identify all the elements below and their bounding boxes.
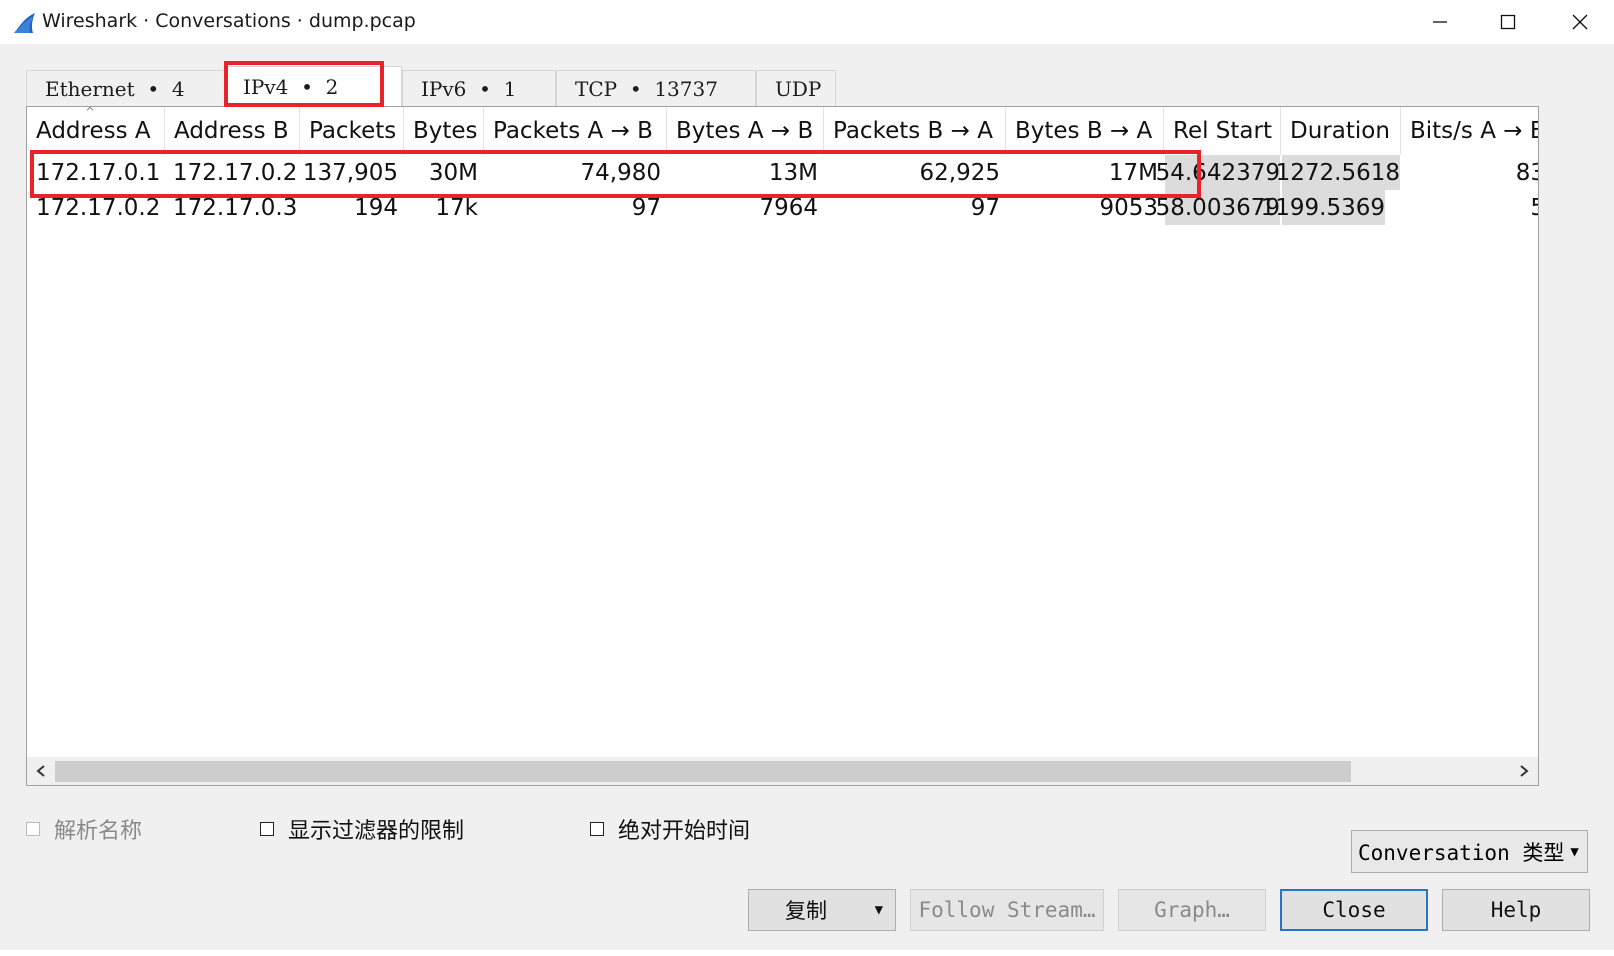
checkbox-icon	[260, 822, 274, 836]
cell-address-b: 172.17.0.3	[173, 194, 298, 221]
tab-ethernet[interactable]: Ethernet • 4	[26, 70, 226, 106]
cell-packets: 194	[354, 194, 398, 221]
col-packets-a-b[interactable]: Packets A → B	[484, 107, 667, 155]
tab-ethernet-label: Ethernet • 4	[45, 76, 185, 101]
close-window-button[interactable]	[1546, 0, 1614, 44]
tab-udp[interactable]: UDP	[756, 70, 836, 106]
scroll-left-icon[interactable]	[30, 761, 52, 781]
col-bits-per-sec-a-b[interactable]: Bits/s A → B	[1401, 107, 1538, 155]
col-rel-start[interactable]: Rel Start	[1164, 107, 1281, 155]
scroll-right-icon[interactable]	[1513, 761, 1535, 781]
cell-bytes-b-a: 17M	[1108, 159, 1158, 186]
scrollbar-thumb[interactable]	[55, 761, 1351, 782]
cell-duration: 1199.5369	[1261, 190, 1385, 225]
cell-duration: 1272.5618	[1276, 155, 1400, 190]
minimize-icon	[1433, 21, 1447, 23]
cell-packets-a-b: 74,980	[580, 159, 661, 186]
col-packets[interactable]: Packets	[300, 107, 404, 155]
tab-udp-label: UDP	[775, 76, 822, 101]
cell-address-a: 172.17.0.1	[36, 159, 161, 186]
tab-ipv6-label: IPv6 • 1	[421, 76, 517, 101]
window-title: Wireshark · Conversations · dump.pcap	[42, 10, 416, 32]
col-duration[interactable]: Duration	[1281, 107, 1401, 155]
cell-address-a: 172.17.0.2	[36, 194, 161, 221]
close-icon	[1572, 14, 1588, 30]
maximize-button[interactable]	[1474, 0, 1542, 44]
close-button[interactable]: Close	[1280, 889, 1428, 931]
absolute-start-time-checkbox[interactable]: 绝对开始时间	[590, 814, 750, 844]
tab-ipv4[interactable]: IPv4 • 2	[224, 66, 402, 107]
tab-tcp-label: TCP • 13737	[575, 76, 718, 101]
tab-tcp[interactable]: TCP • 13737	[556, 70, 756, 106]
col-packets-b-a[interactable]: Packets B → A	[824, 107, 1006, 155]
tab-ipv6[interactable]: IPv6 • 1	[402, 70, 556, 106]
close-label: Close	[1322, 898, 1386, 922]
cell-packets: 137,905	[302, 159, 398, 186]
col-address-a[interactable]: Address A	[27, 107, 165, 155]
col-bytes[interactable]: Bytes	[404, 107, 484, 155]
cell-packets-b-a: 62,925	[919, 159, 1000, 186]
cell-bytes-b-a: 9053	[1099, 194, 1158, 221]
conversation-tabs: Ethernet • 4 IPv4 • 2 IPv6 • 1 TCP • 137…	[26, 66, 1586, 108]
wireshark-fin-icon	[14, 13, 35, 33]
copy-button[interactable]: 复制 ▼	[748, 889, 896, 931]
conversation-type-dropdown[interactable]: Conversation 类型 ▼	[1351, 830, 1588, 873]
tab-ipv4-label: IPv4 • 2	[243, 75, 339, 99]
chevron-down-icon: ▼	[874, 902, 883, 918]
help-button[interactable]: Help	[1442, 889, 1590, 931]
cell-packets-a-b: 97	[631, 194, 661, 221]
table-row[interactable]: 172.17.0.1 172.17.0.2 137,905 30M 74,980…	[27, 155, 1538, 190]
graph-button[interactable]: Graph…	[1118, 889, 1266, 931]
cell-packets-b-a: 97	[970, 194, 1000, 221]
absolute-start-time-label: 绝对开始时间	[618, 819, 751, 844]
horizontal-scrollbar[interactable]	[27, 757, 1538, 785]
minimize-button[interactable]	[1406, 0, 1474, 44]
resolve-names-checkbox[interactable]: 解析名称	[26, 814, 142, 844]
follow-stream-button[interactable]: Follow Stream…	[910, 889, 1104, 931]
cell-bytes-a-b: 13M	[768, 159, 818, 186]
copy-button-label: 复制	[785, 899, 827, 923]
cell-address-b: 172.17.0.2	[173, 159, 298, 186]
resolve-names-label: 解析名称	[54, 819, 143, 844]
chevron-down-icon: ▼	[1570, 843, 1579, 860]
cell-bits-per-sec: 83	[1515, 159, 1538, 186]
limit-to-filter-label: 显示过滤器的限制	[288, 819, 465, 844]
table-header: ^ Address A Address B Packets Bytes Pack…	[27, 107, 1538, 155]
help-label: Help	[1490, 898, 1542, 922]
title-bar: Wireshark · Conversations · dump.pcap	[0, 0, 1614, 44]
cell-rel-start: 54.642379	[1156, 155, 1280, 190]
col-bytes-b-a[interactable]: Bytes B → A	[1006, 107, 1164, 155]
cell-bytes-a-b: 7964	[759, 194, 818, 221]
conversation-type-label: Conversation 类型	[1358, 840, 1565, 865]
table-row[interactable]: 172.17.0.2 172.17.0.3 194 17k 97 7964 97…	[27, 190, 1538, 225]
checkbox-icon	[590, 822, 604, 836]
cell-bytes: 30M	[428, 159, 478, 186]
checkbox-icon	[26, 822, 40, 836]
cell-bits-per-sec: 5	[1401, 190, 1538, 225]
col-bytes-a-b[interactable]: Bytes A → B	[667, 107, 824, 155]
graph-label: Graph…	[1154, 898, 1230, 922]
col-address-b[interactable]: Address B	[165, 107, 300, 155]
maximize-icon	[1500, 14, 1516, 30]
limit-to-filter-checkbox[interactable]: 显示过滤器的限制	[260, 814, 464, 844]
cell-bytes: 17k	[435, 194, 478, 221]
conversation-table[interactable]: ^ Address A Address B Packets Bytes Pack…	[26, 106, 1539, 786]
window-bottom-edge	[0, 950, 1614, 956]
follow-stream-label: Follow Stream…	[918, 898, 1096, 922]
